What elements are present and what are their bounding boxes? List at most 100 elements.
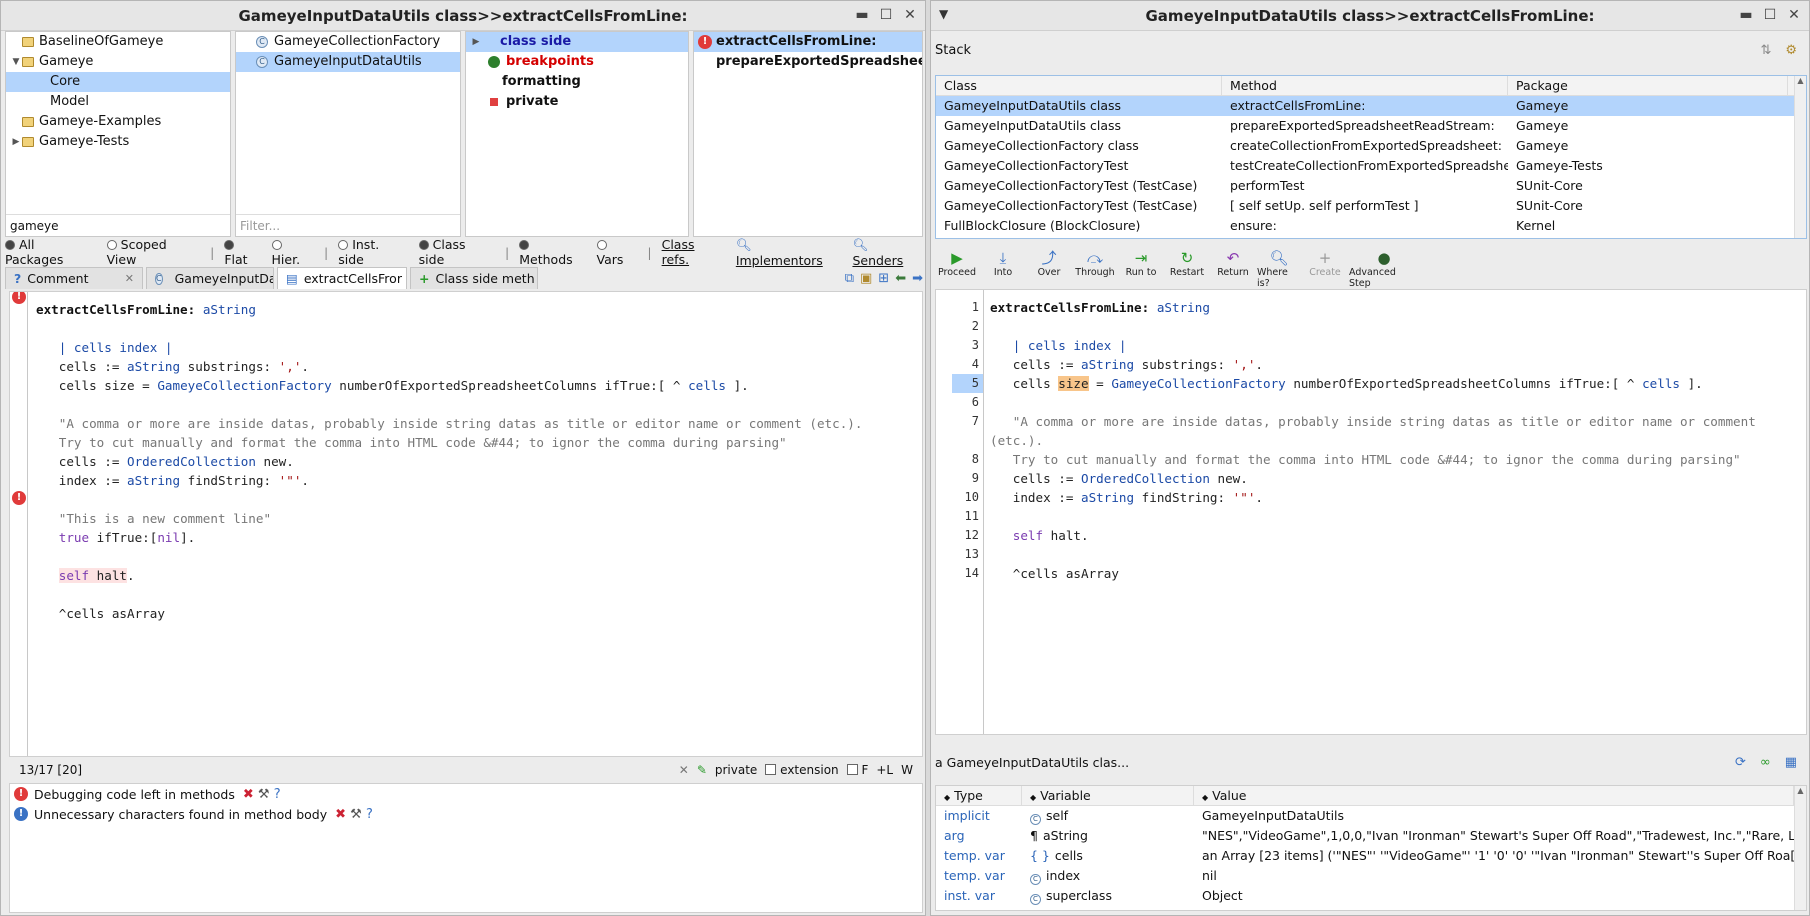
stack-row[interactable]: GameyeCollectionFactoryTest testCreateCol… [936, 156, 1806, 176]
tab-class-definition[interactable]: CGameyeInputDa✕ [146, 267, 274, 289]
methods-radio[interactable]: Methods [519, 237, 586, 267]
critic-item[interactable]: ! Unnecessary characters found in method… [10, 804, 922, 824]
protocol-item[interactable]: ▶ class side [466, 32, 688, 52]
protocol-pane[interactable]: ▶ class side breakpoints formatting priva… [465, 31, 689, 237]
package-item[interactable]: ▼ Gameye [6, 52, 230, 72]
flat-radio[interactable]: Flat [224, 237, 261, 267]
help-icon[interactable]: ? [274, 787, 281, 802]
wrap-toggle[interactable]: W [901, 763, 913, 777]
ban-icon[interactable]: ✖ [335, 807, 346, 822]
stack-row[interactable]: GameyeInputDataUtils class prepareExporte… [936, 116, 1806, 136]
window-menu-icon[interactable]: ▼ [939, 7, 948, 21]
extension-checkbox[interactable]: extension [765, 763, 839, 777]
inspector-row[interactable]: temp. var Cindex nil [936, 866, 1806, 886]
tools-icon[interactable]: ⚒ [258, 787, 270, 802]
package-tag-item[interactable]: Model [6, 92, 230, 112]
class-item[interactable]: C GameyeInputDataUtils [236, 52, 460, 72]
package-pane[interactable]: BaselineOfGameye ▼ Gameye Core Model Game… [5, 31, 231, 237]
copy-icon[interactable]: ⧉ [845, 271, 854, 286]
close-tab-icon[interactable]: ✕ [125, 268, 134, 289]
advanced-step-button[interactable]: ● Advanced Step [1349, 247, 1419, 289]
inspector-row[interactable]: inst. var Csuperclass Object [936, 886, 1806, 906]
close-icon[interactable]: ✕ [1787, 7, 1801, 23]
inst-side-radio[interactable]: Inst. side [338, 237, 408, 267]
create-button[interactable]: + Create [1303, 247, 1347, 283]
filter-settings-icon[interactable]: ⚙ [1785, 43, 1797, 58]
stack-row[interactable]: GameyeCollectionFactory class createColle… [936, 136, 1806, 156]
sort-icon[interactable]: ⇅ [1760, 43, 1771, 58]
stack-table[interactable]: Class Method Package GameyeInputDataUtil… [935, 75, 1807, 239]
back-arrow-icon[interactable]: ⬅ [895, 271, 906, 286]
history-icon[interactable]: ⊞ [878, 271, 889, 286]
class-side-radio[interactable]: Class side [418, 237, 495, 267]
critic-item[interactable]: ! Debugging code left in methods ✖ ⚒ ? [10, 784, 922, 804]
debugger-titlebar[interactable]: ▼ GameyeInputDataUtils class>>extractCel… [931, 1, 1809, 31]
return-button[interactable]: ↶ Return [1211, 247, 1255, 283]
debugger-code-editor[interactable]: 1 2 3 4 5 6 7 8 9 10 11 12 13 14 extract… [935, 289, 1807, 735]
ban-icon[interactable]: ✖ [243, 787, 254, 802]
table-icon[interactable]: ▦ [1785, 755, 1797, 770]
inspector-row[interactable]: temp. var{ } cells an Array [23 items] ('"… [936, 846, 1806, 866]
where-is-button[interactable]: 🔍︎ Where is? [1257, 247, 1301, 289]
tools-icon[interactable]: ⚒ [350, 807, 362, 822]
all-packages-radio[interactable]: All Packages [5, 237, 97, 267]
tab-method[interactable]: ▤extractCellsFror✕ [277, 267, 407, 289]
inspector-scrollbar[interactable]: ▲ [1794, 786, 1806, 910]
method-item[interactable]: ! extractCellsFromLine: [694, 32, 922, 52]
hier-radio[interactable]: Hier. [271, 237, 314, 267]
class-pane[interactable]: C GameyeCollectionFactory C GameyeInputDat… [235, 31, 461, 237]
package-item[interactable]: Gameye-Examples [6, 112, 230, 132]
forward-arrow-icon[interactable]: ➡ [912, 271, 923, 286]
inspector-table[interactable]: ◆ Type ◆ Variable ◆ Value implicit Cself G… [935, 785, 1807, 911]
help-icon[interactable]: ? [366, 807, 373, 822]
expanded-triangle-icon[interactable]: ▼ [10, 52, 22, 72]
restart-button[interactable]: ↻ Restart [1165, 247, 1209, 283]
close-icon[interactable]: ✕ [903, 7, 917, 23]
line-numbers-toggle[interactable]: +L [876, 763, 893, 777]
package-tag-item[interactable]: Core [6, 72, 230, 92]
tab-comment[interactable]: ? Comment ✕ [5, 267, 143, 289]
package-filter-input[interactable]: gameye [6, 214, 230, 236]
run-to-button[interactable]: ⇥ Run to [1119, 247, 1163, 283]
vars-radio[interactable]: Vars [596, 237, 638, 267]
class-filter-input[interactable]: Filter... [236, 214, 460, 236]
over-button[interactable]: ⤴ Over [1027, 247, 1071, 283]
collapsed-triangle-icon[interactable]: ▶ [470, 32, 482, 52]
stack-row[interactable]: FullBlockClosure (BlockClosure) ensure: Ke… [936, 216, 1806, 236]
stack-scrollbar[interactable]: ▲ [1794, 76, 1806, 238]
refresh-icon[interactable]: ⟳ [1735, 755, 1746, 770]
minimize-icon[interactable]: ▬ [855, 7, 869, 23]
protocol-label[interactable]: private [715, 763, 757, 777]
class-item[interactable]: C GameyeCollectionFactory [236, 32, 460, 52]
minimize-icon[interactable]: ▬ [1739, 7, 1753, 23]
maximize-icon[interactable]: ☐ [879, 7, 893, 23]
tab-new-method[interactable]: +Class side meth✕ [410, 267, 538, 289]
proceed-button[interactable]: ▶ Proceed [935, 247, 979, 283]
collapsed-triangle-icon[interactable]: ▶ [10, 132, 22, 152]
package-item[interactable]: ▶ Gameye-Tests [6, 132, 230, 152]
inspector-row[interactable]: arg ¶ aString "NES","VideoGame",1,0,0,"Ivan… [936, 826, 1806, 846]
method-item[interactable]: prepareExportedSpreadsheetReadStre [694, 52, 922, 72]
glasses-icon[interactable]: ∞ [1760, 755, 1771, 770]
method-pane[interactable]: ! extractCellsFromLine: prepareExportedSp… [693, 31, 923, 237]
through-button[interactable]: ⤼ Through [1073, 247, 1117, 283]
stack-row[interactable]: GameyeCollectionFactoryTest (TestCase)[ … [936, 196, 1806, 216]
inspector-row[interactable]: implicit Cself GameyeInputDataUtils [936, 806, 1806, 826]
method-code-editor[interactable]: ! ! extractCellsFromLine: aString | cell… [9, 291, 923, 757]
protocol-item[interactable]: breakpoints [466, 52, 688, 72]
protocol-item[interactable]: formatting [466, 72, 688, 92]
implementors-button[interactable]: 🔍︎ Implementors [736, 237, 843, 268]
package-item[interactable]: BaselineOfGameye [6, 32, 230, 52]
protocol-item[interactable]: private [466, 92, 688, 112]
senders-button[interactable]: 🔍︎ Senders [852, 237, 923, 268]
package-box-icon[interactable]: ▣ [860, 271, 872, 286]
browser-titlebar[interactable]: GameyeInputDataUtils class>>extractCells… [1, 1, 925, 31]
stack-row[interactable]: GameyeCollectionFactoryTest (TestCase) pe… [936, 176, 1806, 196]
class-refs-button[interactable]: Class refs. [662, 237, 726, 267]
clear-icon[interactable]: ✕ [679, 763, 689, 777]
stack-row[interactable]: GameyeInputDataUtils class extractCellsFr… [936, 96, 1806, 116]
into-button[interactable]: ⤓ Into [981, 247, 1025, 283]
scoped-view-radio[interactable]: Scoped View [106, 237, 201, 267]
maximize-icon[interactable]: ☐ [1763, 7, 1777, 23]
format-checkbox[interactable]: F [846, 763, 868, 777]
